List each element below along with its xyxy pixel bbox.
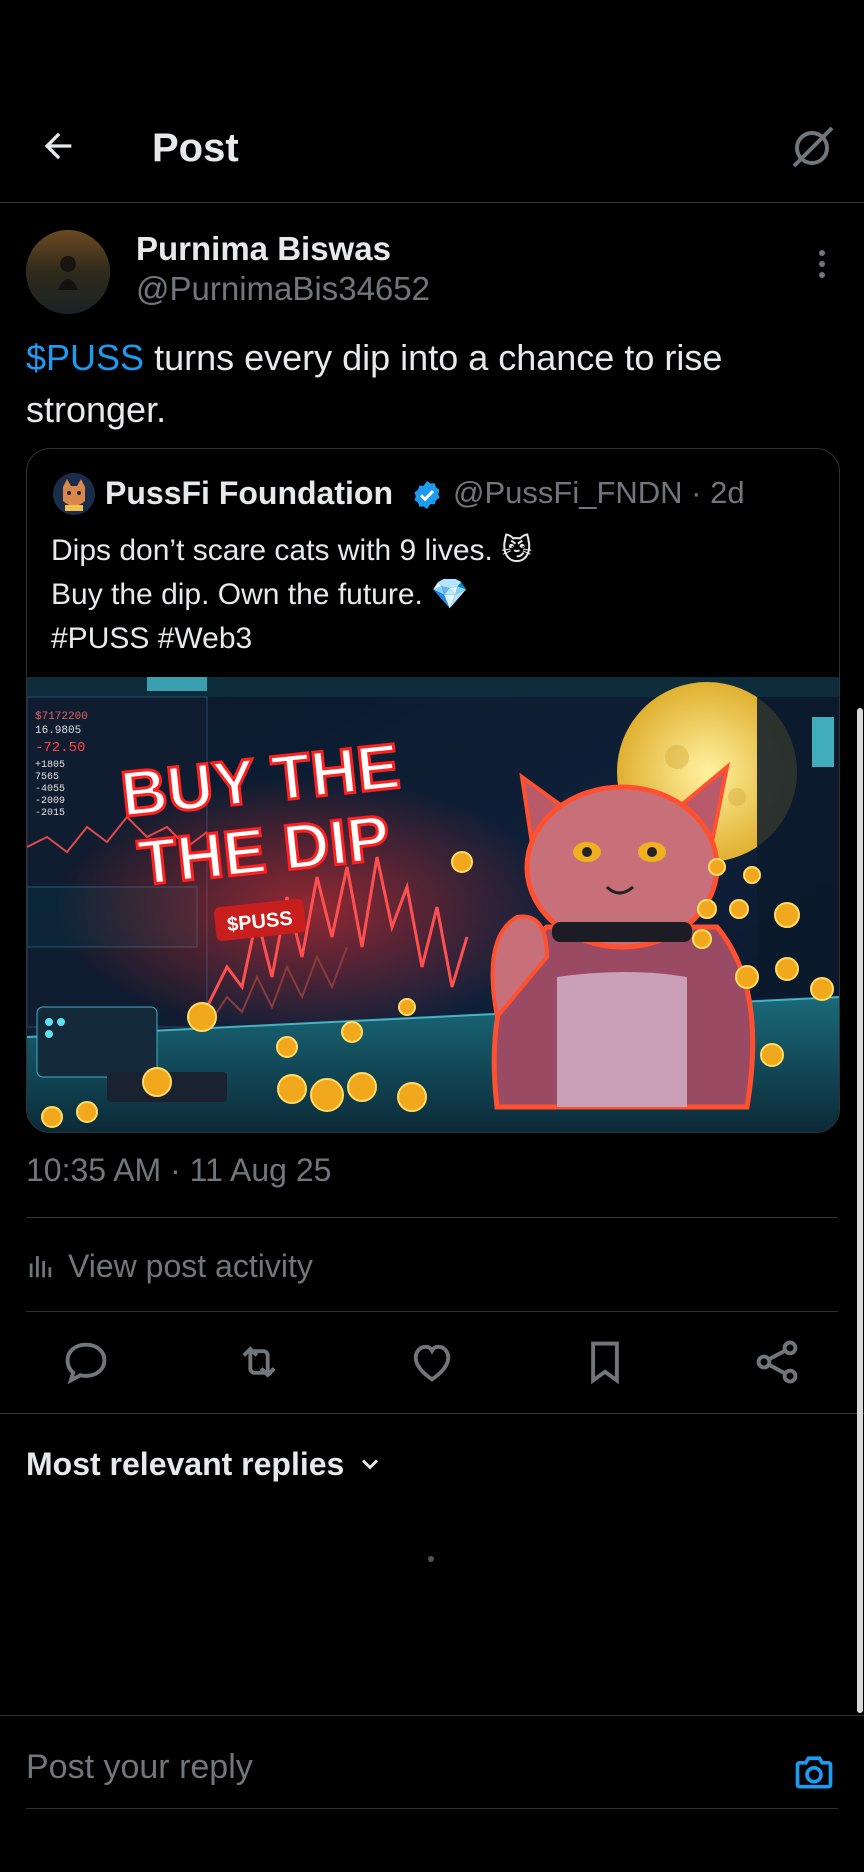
back-arrow-icon[interactable] <box>38 126 78 166</box>
verified-icon <box>414 481 440 509</box>
ticker-value: 16.9805 <box>35 725 81 737</box>
quoted-avatar[interactable] <box>53 473 95 515</box>
author-avatar[interactable] <box>26 230 110 314</box>
author-handle[interactable]: @PurnimaBis34652 <box>136 270 430 308</box>
ticker-value: 7565 <box>35 772 59 783</box>
replies-sort[interactable]: Most relevant replies <box>26 1444 384 1484</box>
reply-input[interactable] <box>26 1748 756 1787</box>
reply-box-border <box>0 1715 864 1716</box>
reply-icon[interactable] <box>60 1336 112 1388</box>
quoted-post-image[interactable]: $7172200 16.9805 -72.50 +1805 7565 -4055… <box>27 677 839 1132</box>
share-icon[interactable] <box>751 1336 803 1388</box>
cat-illustration <box>490 761 756 1110</box>
activity-icon <box>29 1256 52 1278</box>
activity-label: View post activity <box>68 1247 313 1284</box>
action-bar <box>0 1336 864 1388</box>
camera-icon[interactable] <box>792 1750 836 1794</box>
ticker-value: -2009 <box>35 796 65 807</box>
author-name[interactable]: Purnima Biswas <box>136 230 391 268</box>
ticker-value: $7172200 <box>35 711 88 723</box>
ticker-value: -2015 <box>35 808 65 819</box>
repost-icon[interactable] <box>233 1336 285 1388</box>
view-post-activity[interactable]: View post activity <box>26 1244 313 1288</box>
ticker-value: +1805 <box>35 760 65 771</box>
divider <box>26 1808 838 1809</box>
chevron-down-icon <box>362 1459 379 1470</box>
grok-icon[interactable] <box>788 122 838 172</box>
divider <box>0 1413 864 1414</box>
post-timestamp: 10:35 AM · 11 Aug 25 <box>26 1152 332 1188</box>
page-title: Post <box>152 126 239 170</box>
loading-indicator <box>428 1556 434 1562</box>
top-bar <box>0 96 864 203</box>
quoted-post[interactable]: PussFi Foundation @PussFi_FNDN · 2d Dips… <box>26 448 840 1133</box>
divider <box>26 1311 838 1312</box>
quoted-handle-time[interactable]: @PussFi_FNDN · 2d <box>453 473 745 513</box>
ticker-value: -72.50 <box>35 740 85 756</box>
post-text: $PUSS turns every dip into a chance to r… <box>26 332 826 436</box>
cashtag-link[interactable]: $PUSS <box>26 337 144 378</box>
more-icon[interactable] <box>808 248 836 280</box>
scrollbar[interactable] <box>857 708 863 1713</box>
divider <box>26 1217 838 1218</box>
quoted-text: Dips don’t scare cats with 9 lives. 😼 Bu… <box>51 534 533 655</box>
ticker-value: -4055 <box>35 784 65 795</box>
bookmark-icon[interactable] <box>579 1336 631 1388</box>
quoted-author-name[interactable]: PussFi Foundation <box>105 473 393 513</box>
like-icon[interactable] <box>406 1336 458 1388</box>
replies-sort-label: Most relevant replies <box>26 1445 345 1482</box>
